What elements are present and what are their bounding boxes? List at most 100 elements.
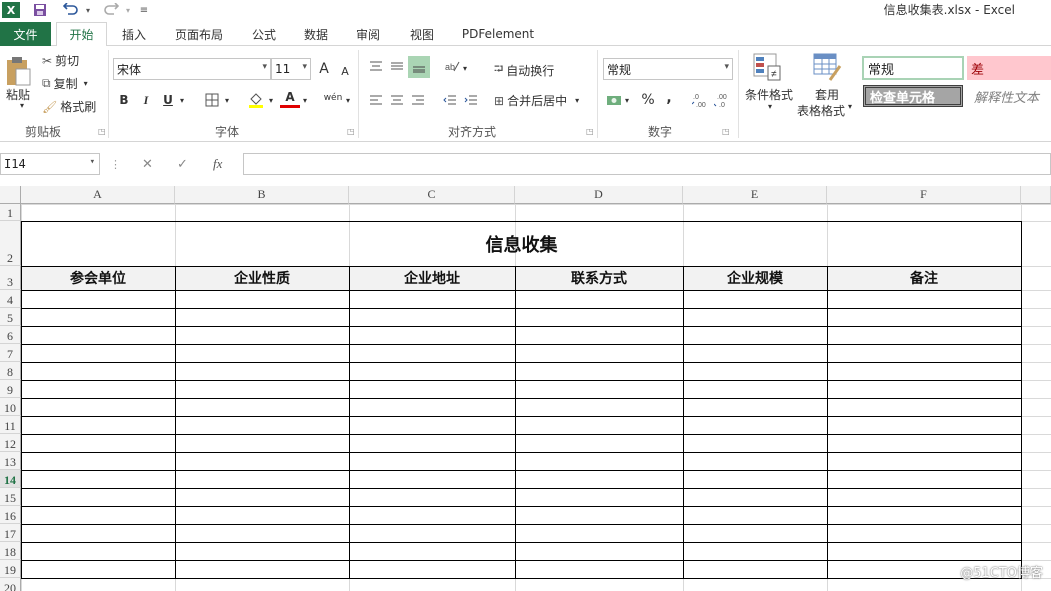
column-title-cell[interactable]: 备注 — [827, 266, 1021, 290]
conditional-dropdown-icon[interactable]: ▾ — [768, 102, 772, 111]
column-header[interactable]: F — [827, 186, 1021, 204]
tab-formulas[interactable]: 公式 — [242, 22, 286, 46]
wrap-text-button[interactable]: ⮒ 自动换行 — [494, 60, 554, 81]
decrease-font-icon[interactable]: A — [335, 61, 355, 81]
column-header[interactable]: E — [683, 186, 827, 204]
column-title-cell[interactable]: 企业性质 — [175, 266, 349, 290]
align-top-icon[interactable] — [366, 56, 386, 76]
fill-color-icon[interactable] — [246, 90, 266, 110]
tab-review[interactable]: 审阅 — [346, 22, 390, 46]
customize-qat-icon[interactable]: ≡ — [138, 2, 150, 18]
format-table-dropdown-icon[interactable]: ▾ — [848, 102, 852, 111]
underline-button[interactable]: U — [158, 90, 178, 110]
format-table-button[interactable]: 表格格式 — [797, 102, 845, 119]
name-box[interactable]: I14 ▾ — [0, 153, 100, 175]
tab-insert[interactable]: 插入 — [112, 22, 156, 46]
column-title-cell[interactable]: 参会单位 — [21, 266, 175, 290]
enter-icon[interactable]: ✓ — [177, 153, 188, 175]
underline-dropdown-icon[interactable]: ▾ — [177, 90, 187, 110]
style-check-cell[interactable]: 检查单元格 — [863, 85, 963, 107]
number-launcher-icon[interactable]: ◳ — [722, 127, 730, 136]
worksheet-grid[interactable]: ABCDEF 1 2 3 4 5 6 7 8 9 10 11 12 13 14 15 16 17 18 19 20 信… — [0, 186, 1051, 591]
merge-center-button[interactable]: ⊞ 合并后居中 ▾ — [494, 92, 579, 109]
row-header[interactable]: 2 — [0, 221, 21, 266]
increase-decimal-icon[interactable]: .0.00 — [690, 90, 710, 110]
copy-dropdown-icon[interactable]: ▾ — [84, 79, 88, 88]
formula-input[interactable] — [243, 153, 1051, 175]
increase-indent-icon[interactable] — [461, 90, 481, 110]
conditional-format-icon[interactable]: ≠ — [752, 52, 782, 82]
row-header[interactable]: 3 — [0, 266, 21, 290]
decrease-decimal-icon[interactable]: .00.0 — [712, 90, 732, 110]
border-icon[interactable] — [202, 90, 222, 110]
tab-data[interactable]: 数据 — [294, 22, 338, 46]
row-header[interactable]: 20 — [0, 578, 21, 591]
undo-dropdown-icon[interactable]: ▾ — [83, 2, 93, 18]
column-header[interactable]: A — [21, 186, 175, 204]
column-header[interactable]: D — [515, 186, 683, 204]
sheet-title[interactable]: 信息收集 — [22, 222, 1021, 266]
italic-button[interactable]: I — [136, 90, 156, 110]
align-middle-icon[interactable] — [387, 56, 407, 76]
fill-dropdown-icon[interactable]: ▾ — [266, 90, 276, 110]
column-title-cell[interactable]: 企业规模 — [683, 266, 827, 290]
decrease-indent-icon[interactable] — [440, 90, 460, 110]
redo-icon[interactable] — [100, 2, 122, 18]
font-color-dropdown-icon[interactable]: ▾ — [300, 90, 310, 110]
clipboard-launcher-icon[interactable]: ◳ — [98, 127, 106, 136]
row-header[interactable]: 16 — [0, 506, 21, 524]
orientation-dropdown-icon[interactable]: ▾ — [460, 58, 470, 78]
resize-handle-icon[interactable]: ⋮ — [110, 153, 121, 175]
align-bottom-icon[interactable] — [408, 56, 430, 78]
format-painter-button[interactable]: 🖌 格式刷 — [42, 98, 96, 115]
font-color-icon[interactable]: A — [280, 88, 300, 108]
row-header[interactable]: 9 — [0, 380, 21, 398]
percent-icon[interactable]: % — [638, 90, 658, 110]
cancel-icon[interactable]: ✕ — [142, 153, 153, 175]
alignment-launcher-icon[interactable]: ◳ — [586, 127, 594, 136]
row-header[interactable]: 18 — [0, 542, 21, 560]
conditional-format-button[interactable]: 条件格式 — [745, 86, 793, 103]
merge-dropdown-icon[interactable]: ▾ — [575, 96, 579, 105]
tab-pdfelement[interactable]: PDFelement — [458, 22, 538, 46]
row-header[interactable]: 4 — [0, 290, 21, 308]
font-name-select[interactable]: 宋体 ▾ — [113, 58, 271, 80]
paste-button[interactable]: 粘贴 — [6, 86, 30, 103]
column-header[interactable]: C — [349, 186, 515, 204]
row-header[interactable]: 1 — [0, 204, 21, 221]
bold-button[interactable]: B — [114, 90, 134, 110]
undo-icon[interactable] — [60, 2, 82, 18]
column-header[interactable]: B — [175, 186, 349, 204]
row-header[interactable]: 13 — [0, 452, 21, 470]
row-header[interactable]: 11 — [0, 416, 21, 434]
comma-icon[interactable]: , — [659, 88, 679, 108]
align-right-icon[interactable] — [408, 90, 428, 110]
phonetic-dropdown-icon[interactable]: ▾ — [343, 90, 353, 110]
tab-view[interactable]: 视图 — [400, 22, 444, 46]
column-title-cell[interactable]: 企业地址 — [349, 266, 515, 290]
row-header[interactable]: 6 — [0, 326, 21, 344]
select-all-corner[interactable] — [0, 186, 21, 204]
style-normal[interactable]: 常规 — [862, 56, 964, 80]
row-header[interactable]: 7 — [0, 344, 21, 362]
format-table-icon[interactable] — [812, 52, 842, 82]
currency-icon[interactable] — [604, 90, 624, 110]
row-header[interactable]: 12 — [0, 434, 21, 452]
insert-function-icon[interactable]: fx — [213, 153, 222, 175]
tab-page-layout[interactable]: 页面布局 — [164, 22, 234, 46]
tab-file[interactable]: 文件 — [0, 22, 51, 46]
row-header[interactable]: 17 — [0, 524, 21, 542]
align-center-icon[interactable] — [387, 90, 407, 110]
copy-button[interactable]: ⧉ 复制 ▾ — [42, 75, 88, 92]
paste-icon[interactable] — [4, 54, 34, 88]
style-bad[interactable]: 差 — [967, 56, 1051, 80]
align-left-icon[interactable] — [366, 90, 386, 110]
border-dropdown-icon[interactable]: ▾ — [222, 90, 232, 110]
phonetic-icon[interactable]: wén — [323, 88, 343, 108]
format-table-label1[interactable]: 套用 — [815, 86, 839, 103]
row-header[interactable]: 15 — [0, 488, 21, 506]
cut-button[interactable]: ✂ 剪切 — [42, 52, 79, 69]
row-header[interactable]: 10 — [0, 398, 21, 416]
row-header[interactable]: 19 — [0, 560, 21, 578]
tab-home[interactable]: 开始 — [56, 22, 107, 47]
